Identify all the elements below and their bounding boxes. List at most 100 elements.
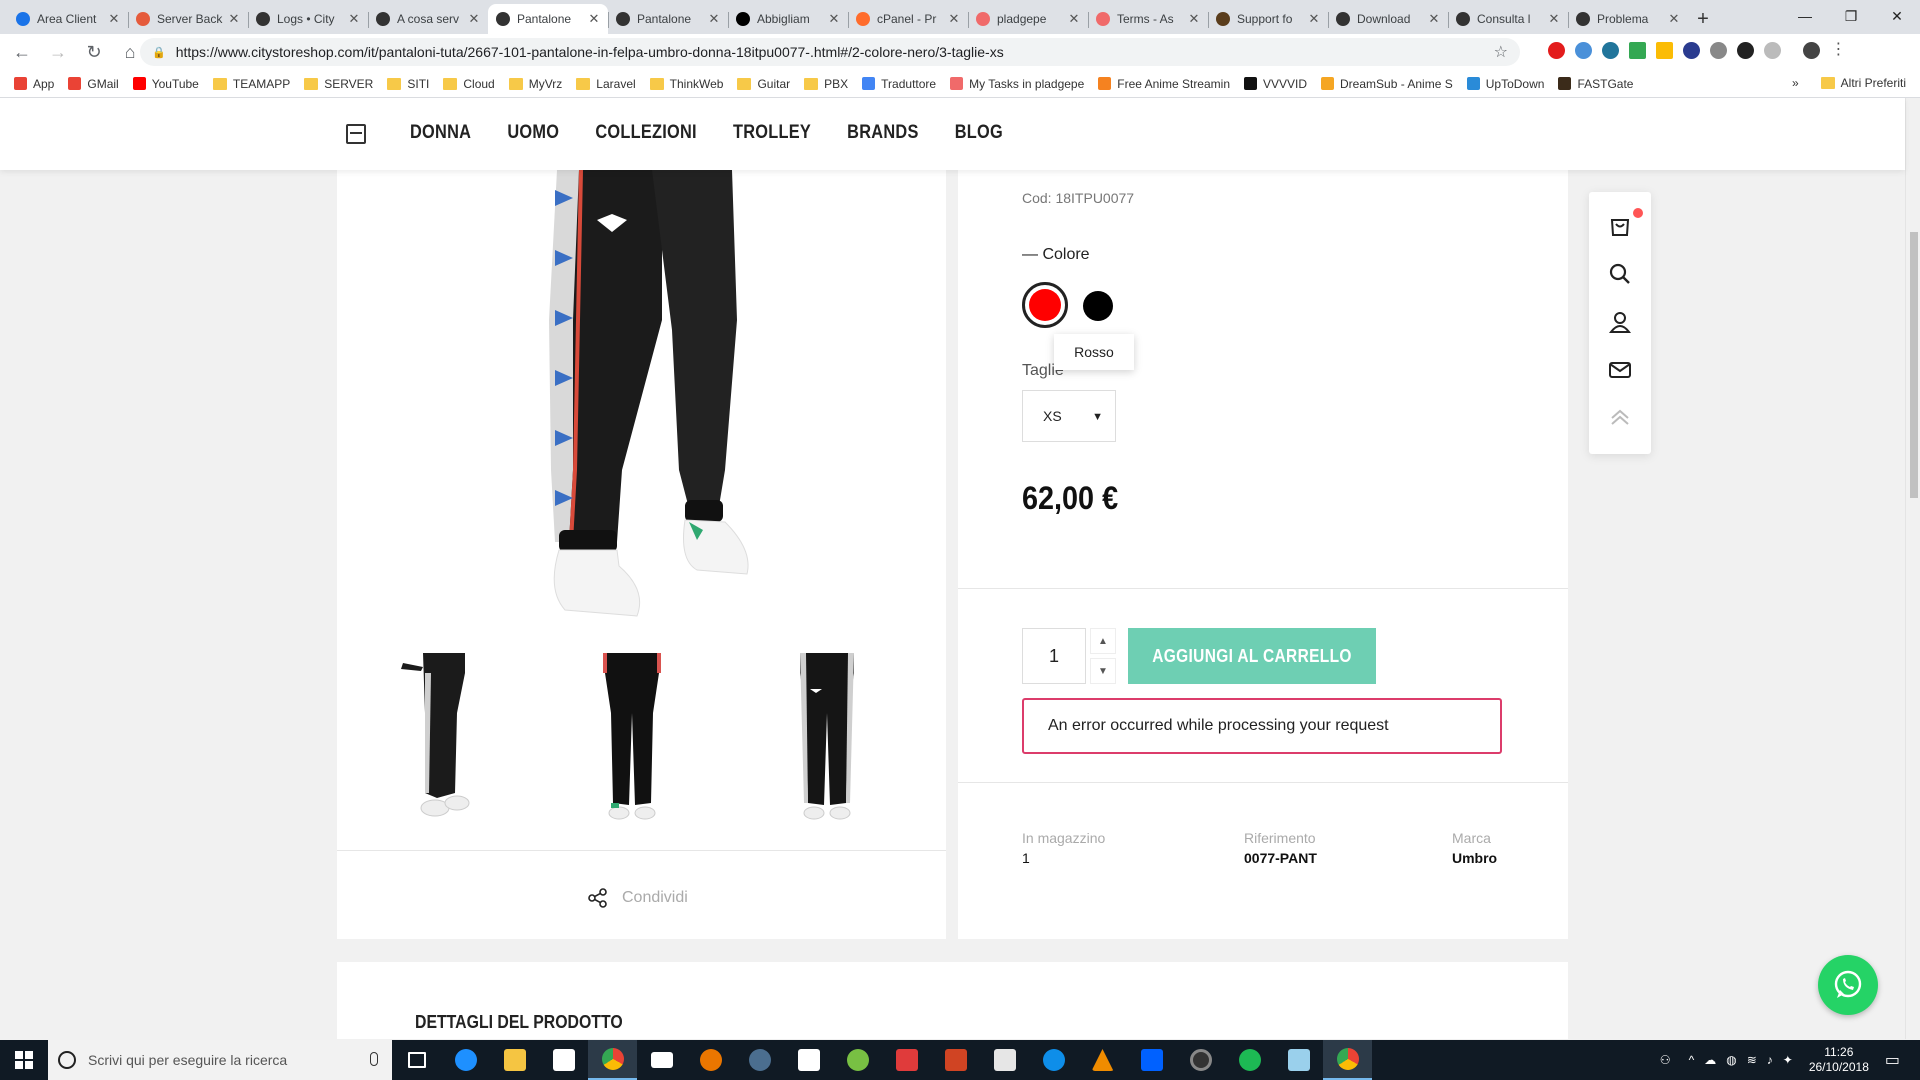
refresh-extension-icon[interactable] <box>1764 42 1781 59</box>
bookmark-item[interactable]: Free Anime Streamin <box>1098 77 1230 91</box>
menu-item-donna[interactable]: DONNA <box>410 122 471 144</box>
bookmark-star-icon[interactable]: ☆ <box>1494 42 1508 62</box>
share-button[interactable]: Condividi <box>588 888 688 908</box>
store-icon[interactable] <box>539 1040 588 1080</box>
browser-tab[interactable]: pladgepe ✕ <box>968 4 1088 34</box>
spotify-icon[interactable] <box>1225 1040 1274 1080</box>
bookmark-item[interactable]: PBX <box>804 77 848 91</box>
red-app-icon[interactable] <box>882 1040 931 1080</box>
bookmark-item[interactable]: Traduttore <box>862 77 936 91</box>
vlc-icon[interactable] <box>1078 1040 1127 1080</box>
browser-tab[interactable]: Abbigliam ✕ <box>728 4 848 34</box>
cart-icon[interactable] <box>1608 214 1632 238</box>
thumbnail-back[interactable] <box>587 653 677 823</box>
vue-extension-icon[interactable] <box>1710 42 1727 59</box>
browser-tab[interactable]: Problema ✕ <box>1568 4 1688 34</box>
tab-close-icon[interactable]: ✕ <box>1308 11 1320 27</box>
quantity-decrease-button[interactable]: ▼ <box>1090 658 1116 684</box>
scroll-top-icon[interactable] <box>1608 406 1632 430</box>
address-bar[interactable]: 🔒 https://www.citystoreshop.com/it/panta… <box>140 38 1520 66</box>
browser-tab[interactable]: Area Client ✕ <box>8 4 128 34</box>
quantity-input[interactable]: 1 <box>1022 628 1086 684</box>
disc-icon[interactable] <box>1176 1040 1225 1080</box>
action-center-icon[interactable]: ▭ <box>1885 1050 1900 1070</box>
browser-tab[interactable]: Download ✕ <box>1328 4 1448 34</box>
bookmark-item[interactable]: SERVER <box>304 77 373 91</box>
browser-tab[interactable]: Server Back ✕ <box>128 4 248 34</box>
back-button[interactable]: ← <box>8 38 36 66</box>
tray-chevron-icon[interactable]: ^ <box>1689 1053 1695 1067</box>
add-to-cart-button[interactable]: AGGIUNGI AL CARRELLO <box>1128 628 1376 684</box>
mail-icon[interactable] <box>1608 358 1632 382</box>
tab-close-icon[interactable]: ✕ <box>948 11 960 27</box>
network-icon[interactable]: ◍ <box>1726 1053 1736 1067</box>
browser-tab[interactable]: A cosa serv ✕ <box>368 4 488 34</box>
browser-tab[interactable]: Terms - As ✕ <box>1088 4 1208 34</box>
bookmark-item[interactable]: ThinkWeb <box>649 77 723 91</box>
utorrent-icon[interactable] <box>833 1040 882 1080</box>
menu-item-collezioni[interactable]: COLLEZIONI <box>595 122 697 144</box>
minimize-button[interactable]: — <box>1782 0 1828 32</box>
tab-close-icon[interactable]: ✕ <box>228 11 240 27</box>
mail-app-icon[interactable] <box>637 1040 686 1080</box>
notepad-icon[interactable] <box>1274 1040 1323 1080</box>
bookmark-item[interactable]: VVVVID <box>1244 77 1307 91</box>
steam-icon[interactable] <box>735 1040 784 1080</box>
clock[interactable]: 11:26 26/10/2018 <box>1809 1045 1869 1075</box>
tab-close-icon[interactable]: ✕ <box>1668 11 1680 27</box>
browser-tab[interactable]: Support fo ✕ <box>1208 4 1328 34</box>
tab-close-icon[interactable]: ✕ <box>1188 11 1200 27</box>
tab-close-icon[interactable]: ✕ <box>108 11 120 27</box>
bookmarks-overflow-button[interactable]: » <box>1792 76 1799 90</box>
bookmark-item[interactable]: GMail <box>68 77 119 91</box>
microphone-icon[interactable] <box>370 1052 378 1066</box>
chrome-window-icon[interactable] <box>1323 1040 1372 1080</box>
menu-item-trolley[interactable]: TROLLEY <box>733 122 811 144</box>
color-swatch-red[interactable] <box>1022 282 1068 328</box>
color-swatch-black[interactable] <box>1083 291 1113 321</box>
menu-item-uomo[interactable]: UOMO <box>507 122 559 144</box>
restore-button[interactable]: ❐ <box>1828 0 1874 32</box>
bookmark-item[interactable]: TEAMAPP <box>212 77 290 91</box>
tab-close-icon[interactable]: ✕ <box>708 11 720 27</box>
browser-tab[interactable]: Pantalone ✕ <box>488 4 608 34</box>
menu-item-brands[interactable]: BRANDS <box>847 122 918 144</box>
size-select[interactable]: XS ▼ <box>1022 390 1116 442</box>
chrome-menu-icon[interactable]: ⋮ <box>1830 42 1847 59</box>
profile-avatar[interactable] <box>1803 42 1820 59</box>
chart-extension-icon[interactable] <box>1629 42 1646 59</box>
new-tab-button[interactable]: + <box>1688 4 1718 34</box>
powerpoint-icon[interactable] <box>931 1040 980 1080</box>
forward-button[interactable]: → <box>44 38 72 66</box>
bookmark-item[interactable]: Laravel <box>576 77 636 91</box>
browser-tab[interactable]: Logs • City ✕ <box>248 4 368 34</box>
store-logo-icon[interactable] <box>346 124 366 144</box>
file-explorer-icon[interactable] <box>490 1040 539 1080</box>
scrollbar-thumb[interactable] <box>1910 232 1918 498</box>
chrome-extension-icon[interactable] <box>1575 42 1592 59</box>
close-window-button[interactable]: ✕ <box>1874 0 1920 32</box>
user-icon[interactable] <box>1608 310 1632 334</box>
windows-start-button[interactable] <box>0 1040 48 1080</box>
tab-close-icon[interactable]: ✕ <box>1428 11 1440 27</box>
media-player-icon[interactable] <box>784 1040 833 1080</box>
tab-close-icon[interactable]: ✕ <box>348 11 360 27</box>
tab-close-icon[interactable]: ✕ <box>1548 11 1560 27</box>
bookmark-item[interactable]: App <box>14 77 54 91</box>
blender-icon[interactable] <box>686 1040 735 1080</box>
bookmark-item[interactable]: MyVrz <box>508 77 562 91</box>
opera-extension-icon[interactable] <box>1548 42 1565 59</box>
whatsapp-button[interactable] <box>1818 955 1878 1015</box>
onedrive-icon[interactable]: ☁ <box>1704 1053 1716 1067</box>
tab-close-icon[interactable]: ✕ <box>588 11 600 27</box>
teamviewer-icon[interactable] <box>1029 1040 1078 1080</box>
people-icon[interactable]: ⚇ <box>1660 1053 1671 1067</box>
dropbox-tray-icon[interactable]: ✦ <box>1783 1053 1793 1067</box>
tab-close-icon[interactable]: ✕ <box>1068 11 1080 27</box>
dropbox-icon[interactable] <box>1127 1040 1176 1080</box>
tool-extension-icon[interactable] <box>1737 42 1754 59</box>
quantity-increase-button[interactable]: ▲ <box>1090 628 1116 654</box>
product-main-image[interactable] <box>447 170 777 622</box>
thumbnail-side[interactable] <box>395 653 495 823</box>
edge-icon[interactable] <box>441 1040 490 1080</box>
